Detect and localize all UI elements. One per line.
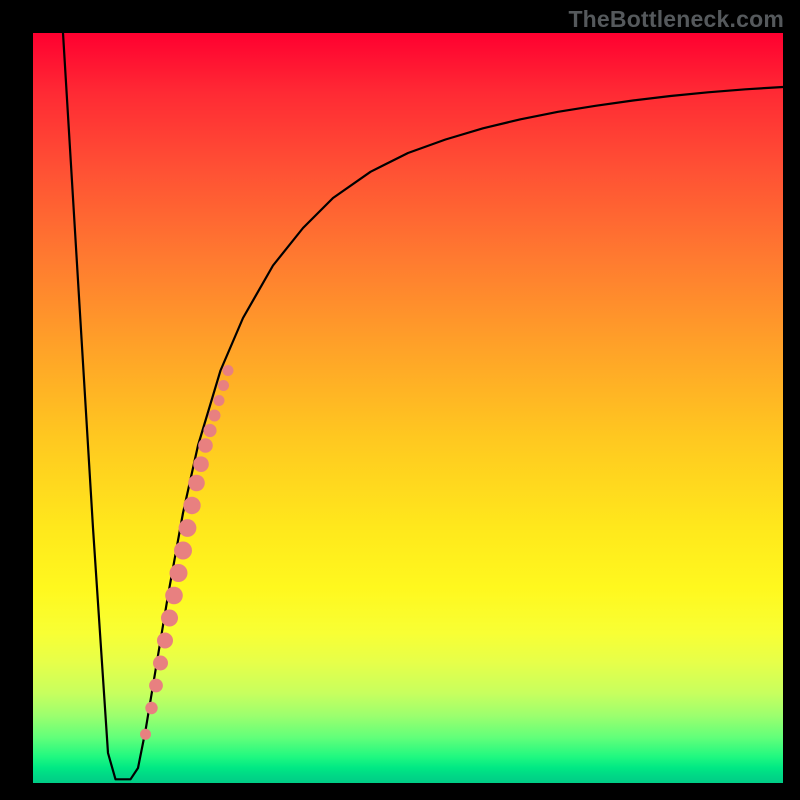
sample-dot bbox=[198, 438, 213, 453]
watermark-text: TheBottleneck.com bbox=[568, 6, 784, 33]
sample-dot bbox=[140, 729, 151, 740]
sample-dot bbox=[218, 380, 229, 391]
sample-dot bbox=[174, 542, 192, 560]
bottleneck-curve bbox=[63, 33, 783, 779]
sample-dot bbox=[153, 656, 168, 671]
sample-dot bbox=[223, 365, 234, 376]
chart-frame: TheBottleneck.com bbox=[0, 0, 800, 800]
sample-dot bbox=[179, 519, 197, 537]
sample-dot bbox=[209, 410, 221, 422]
sample-dot bbox=[188, 475, 205, 492]
sample-dot bbox=[149, 679, 163, 693]
sample-dot bbox=[203, 424, 216, 437]
sample-dots bbox=[140, 365, 234, 740]
chart-svg-layer bbox=[33, 33, 783, 783]
sample-dot bbox=[145, 702, 157, 714]
sample-dot bbox=[170, 564, 188, 582]
sample-dot bbox=[157, 633, 173, 649]
sample-dot bbox=[183, 497, 200, 514]
sample-dot bbox=[214, 395, 225, 406]
sample-dot bbox=[165, 587, 183, 605]
sample-dot bbox=[161, 610, 178, 627]
sample-dot bbox=[193, 456, 209, 472]
